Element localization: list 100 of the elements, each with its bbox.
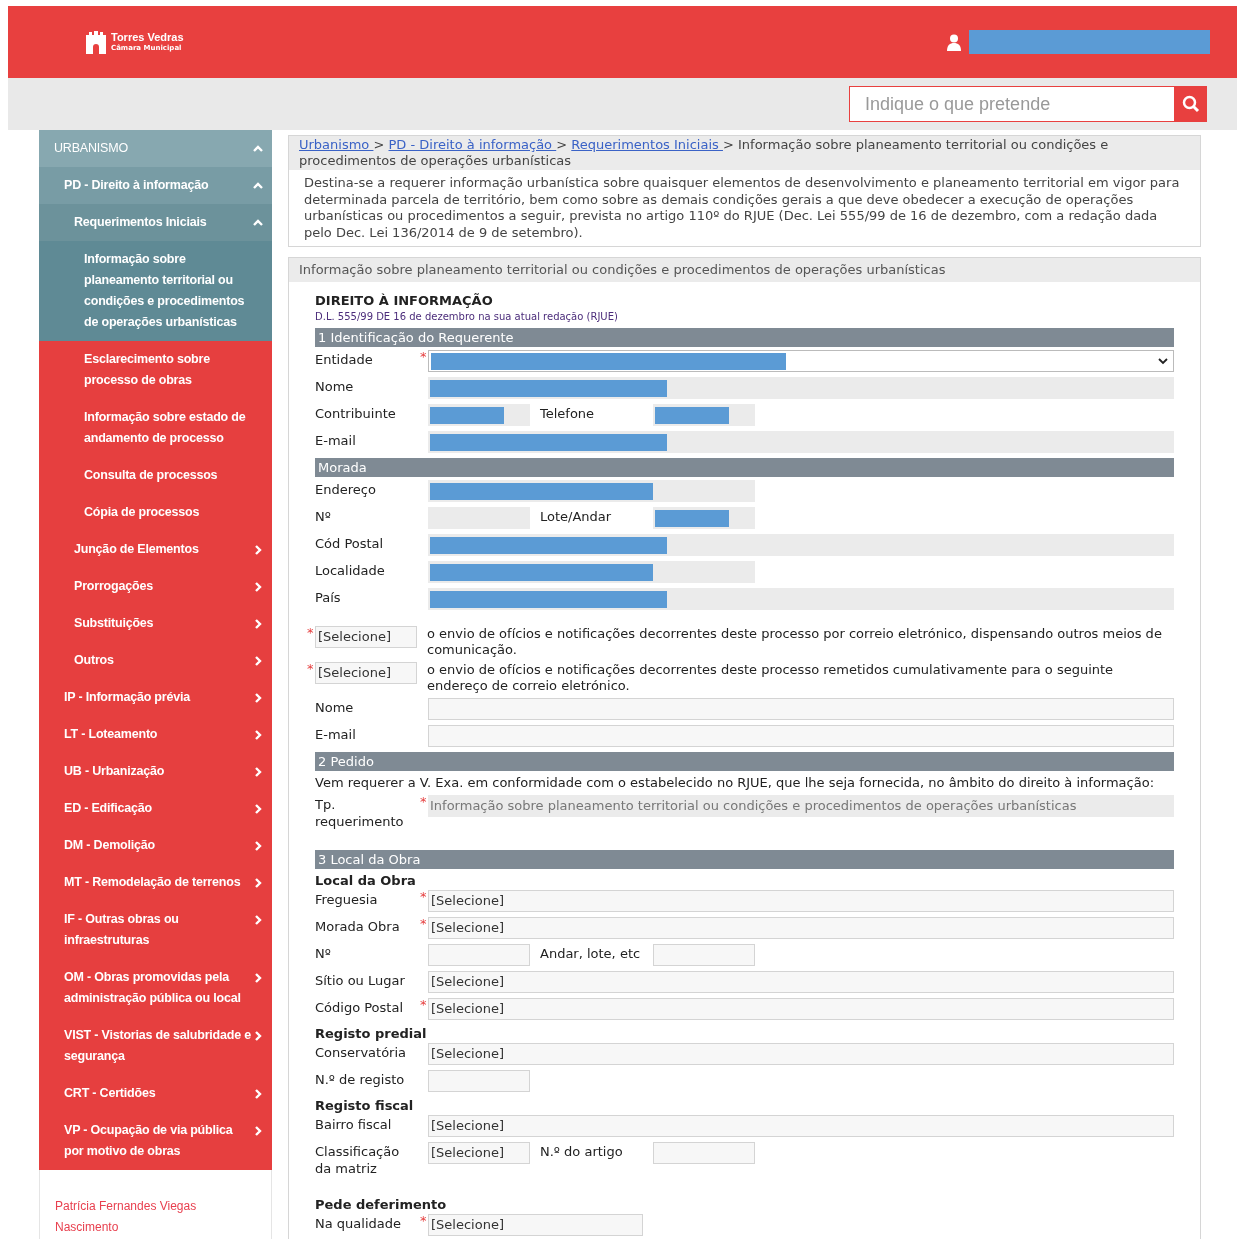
input-field[interactable]: [Selecione] (428, 917, 1174, 939)
sidebar-item[interactable]: VIST - Vistorias de salubridade e segurança (39, 1017, 272, 1075)
sidebar-item[interactable]: IP - Informação prévia (39, 679, 272, 716)
input-field[interactable] (428, 944, 530, 966)
breadcrumb-link[interactable]: Requerimentos Iniciais (571, 137, 723, 152)
sidebar-item[interactable]: Outros (39, 642, 272, 679)
input-field[interactable] (428, 534, 1174, 556)
input-field[interactable]: [Selecione] (428, 1043, 1174, 1065)
user-name[interactable]: Patrícia Fernandes Viegas Nascimento (55, 1196, 256, 1238)
field-label: Bairro fiscal (315, 1117, 392, 1132)
sidebar-item[interactable]: CRT - Certidões (39, 1075, 272, 1112)
dropdown[interactable]: [Selecione] (315, 662, 417, 684)
breadcrumb-link[interactable]: PD - Direito à informação (388, 137, 557, 152)
chevron-right-icon (253, 582, 263, 592)
field-label: Contribuinte (315, 406, 396, 421)
chevron-right-icon (253, 767, 263, 777)
subheading: Pede deferimento (315, 1196, 448, 1214)
field-label: Na qualidade (315, 1216, 401, 1231)
field-label: Entidade (315, 352, 373, 367)
search-field[interactable]: Indique o que pretende (849, 86, 1175, 122)
option-text: o envio de ofícios e notificações decorrentes deste processo por correio eletrónico, dispensando outros meios de comunicação. (427, 626, 1163, 658)
input-field[interactable] (428, 404, 530, 426)
chevron-right-icon (253, 545, 263, 555)
required-mark: * (307, 625, 314, 640)
search-button[interactable] (1175, 86, 1207, 122)
required-mark: * (420, 889, 427, 904)
required-mark: * (420, 997, 427, 1012)
chevron-up-icon (253, 218, 263, 228)
sidebar-item[interactable]: VP - Ocupação de via pública por motivo de obras (39, 1112, 272, 1170)
input-field[interactable]: [Selecione] (428, 1115, 1174, 1137)
input-field[interactable] (428, 480, 755, 502)
sidebar-item[interactable]: DM - Demolição (39, 827, 272, 864)
input-field[interactable] (653, 507, 755, 529)
input-field[interactable] (428, 377, 1174, 399)
required-mark: * (420, 794, 427, 809)
input-field[interactable] (653, 944, 755, 966)
breadcrumb: Urbanismo > PD - Direito à informação > Requerimentos Iniciais > Informação sobre planeamento territorial ou condições e procedimentos de operações urbanísticas (289, 136, 1200, 170)
input-field[interactable]: [Selecione] (428, 1142, 530, 1164)
field-label: Morada Obra (315, 919, 400, 934)
required-mark: * (420, 349, 427, 364)
required-mark: * (420, 916, 427, 931)
sidebar-item[interactable]: LT - Loteamento (39, 716, 272, 753)
chevron-up-icon (253, 181, 263, 191)
input-field[interactable]: [Selecione] (428, 890, 1174, 912)
input-field[interactable]: [Selecione] (428, 1214, 643, 1236)
sidebar-item[interactable]: IF - Outras obras ou infraestruturas (39, 901, 272, 959)
field-label: Sítio ou Lugar (315, 973, 405, 988)
sidebar-item[interactable]: Informação sobre planeamento territorial ou condições e procedimentos de operações urbanísticas (39, 241, 272, 341)
sidebar-item[interactable]: MT - Remodelação de terrenos (39, 864, 272, 901)
panel-title: Informação sobre planeamento territorial ou condições e procedimentos de operações urbanísticas (289, 258, 1200, 282)
required-mark: * (420, 1213, 427, 1228)
sidebar-item[interactable]: Prorrogações (39, 568, 272, 605)
chevron-down-icon (1158, 357, 1168, 365)
sidebar-item[interactable]: Esclarecimento sobre processo de obras (39, 341, 272, 399)
sidebar-item[interactable]: Consulta de processos (39, 457, 272, 494)
user-icon[interactable] (947, 33, 961, 51)
sidebar-item[interactable]: URBANISMO (39, 130, 272, 167)
section-header: 3 Local da Obra (315, 850, 1174, 869)
section-header: 2 Pedido (315, 752, 1174, 771)
field-label: Localidade (315, 563, 385, 578)
chevron-right-icon (253, 1089, 263, 1099)
sidebar-item[interactable]: ED - Edificação (39, 790, 272, 827)
sidebar-item[interactable]: UB - Urbanização (39, 753, 272, 790)
chevron-right-icon (253, 1031, 263, 1041)
field-label: Conservatória (315, 1045, 407, 1060)
description: Destina-se a requerer informação urbanística sobre quaisquer elementos de desenvolvimento e planeamento territorial em vigor para determinada parcela de território, bem como sobre as demais condições gerais a que deve obedecer a execução de operações urbanísticas ou procedimentos a seguir, prevista no artigo 110º do RJUE (Dec. Lei 555/99 de 16 de dezembro, com a redação dada pelo Dec. Lei 136/2014 de 9 de setembro). (303, 174, 1181, 242)
input-field[interactable] (428, 588, 1174, 610)
field-label: E-mail (315, 433, 356, 448)
sidebar-item[interactable]: OM - Obras promovidas pela administração pública ou local (39, 959, 272, 1017)
chevron-right-icon (253, 878, 263, 888)
input-field[interactable] (428, 698, 1174, 720)
sidebar-item[interactable]: Cópia de processos (39, 494, 272, 531)
subheading: Registo predial (315, 1025, 428, 1043)
chevron-right-icon (253, 693, 263, 703)
input-field[interactable] (428, 725, 1174, 747)
section-header: 1 Identificação do Requerente (315, 328, 1174, 347)
sidebar-item[interactable]: Substituições (39, 605, 272, 642)
input-field[interactable]: [Selecione] (428, 998, 1174, 1020)
input-field[interactable] (428, 1070, 530, 1092)
input-field[interactable] (428, 431, 1174, 453)
input-field[interactable]: Informação sobre planeamento territorial ou condições e procedimentos de operações urbanísticas (428, 795, 1174, 817)
input-field[interactable]: [Selecione] (428, 971, 1174, 993)
subheading: Local da Obra (315, 872, 417, 890)
sidebar-item[interactable]: Informação sobre estado de andamento de processo (39, 399, 272, 457)
sidebar-item[interactable]: Junção de Elementos (39, 531, 272, 568)
chevron-right-icon (253, 915, 263, 925)
field-label: País (315, 590, 341, 605)
sidebar-item[interactable]: Requerimentos Iniciais (39, 204, 272, 241)
dropdown[interactable]: [Selecione] (315, 626, 417, 648)
chevron-right-icon (253, 656, 263, 666)
input-field[interactable] (653, 1142, 755, 1164)
chevron-right-icon (253, 973, 263, 983)
input-field[interactable] (653, 404, 755, 426)
breadcrumb-link[interactable]: Urbanismo (299, 137, 374, 152)
field-label: Andar, lote, etc (540, 946, 641, 961)
field-label: Código Postal (315, 1000, 403, 1015)
sidebar-item[interactable]: PD - Direito à informação (39, 167, 272, 204)
subheading: Registo fiscal (315, 1097, 415, 1115)
input-field[interactable] (428, 561, 755, 583)
dropdown[interactable] (428, 350, 1174, 372)
